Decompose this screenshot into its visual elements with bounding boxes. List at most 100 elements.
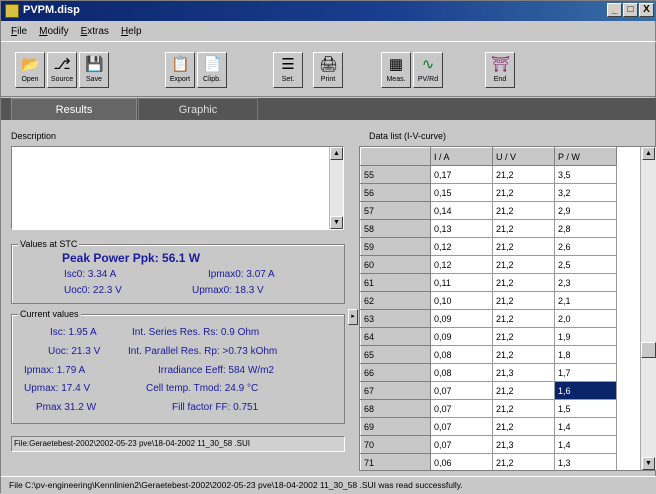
row-number[interactable]: 58 — [360, 219, 431, 238]
table-row[interactable]: 62 0,10 21,2 2,1 — [360, 291, 617, 310]
table-row[interactable]: 71 0,06 21,2 1,3 — [360, 453, 617, 470]
table-cell[interactable]: 1,9 — [554, 327, 617, 346]
table-row[interactable]: 58 0,13 21,2 2,8 — [360, 219, 617, 238]
table-cell[interactable]: 2,9 — [554, 201, 617, 220]
source-button[interactable]: ⎇ Source — [47, 52, 77, 88]
description-scrollbar[interactable]: ▲ ▼ — [329, 147, 343, 229]
table-row[interactable]: 63 0,09 21,2 2,0 — [360, 309, 617, 328]
pv-button[interactable]: ∿ PV/Rd — [413, 52, 443, 88]
table-cell[interactable]: 0,11 — [430, 273, 493, 292]
table-cell[interactable]: 21,2 — [492, 165, 555, 184]
table-cell[interactable]: 1,3 — [554, 453, 617, 470]
table-cell[interactable]: 0,07 — [430, 417, 493, 436]
row-number[interactable]: 56 — [360, 183, 431, 202]
grid-scroll-thumb[interactable] — [641, 342, 656, 358]
table-row[interactable]: 60 0,12 21,2 2,5 — [360, 255, 617, 274]
table-cell[interactable]: 2,1 — [554, 291, 617, 310]
table-cell[interactable]: 3,5 — [554, 165, 617, 184]
table-cell[interactable]: 2,8 — [554, 219, 617, 238]
table-cell[interactable]: 1,4 — [554, 417, 617, 436]
row-number[interactable]: 64 — [360, 327, 431, 346]
datalist-scrollbar[interactable]: ▲ ▼ — [640, 147, 656, 470]
table-cell[interactable]: 0,10 — [430, 291, 493, 310]
scroll-down-icon[interactable]: ▼ — [330, 216, 343, 229]
table-cell[interactable]: 0,12 — [430, 255, 493, 274]
row-number[interactable]: 68 — [360, 399, 431, 418]
clipboard-button[interactable]: 📄 Clipb. — [197, 52, 227, 88]
table-cell[interactable]: 1,5 — [554, 399, 617, 418]
scroll-up-icon[interactable]: ▲ — [330, 147, 343, 160]
row-number[interactable]: 60 — [360, 255, 431, 274]
table-cell[interactable]: 21,2 — [492, 417, 555, 436]
table-cell[interactable]: 0,15 — [430, 183, 493, 202]
print-button[interactable]: 🖨 Print — [313, 52, 343, 88]
table-row[interactable]: 55 0,17 21,2 3,5 — [360, 165, 617, 184]
table-cell[interactable]: 21,2 — [492, 453, 555, 470]
table-cell[interactable]: 21,2 — [492, 255, 555, 274]
row-number[interactable]: 67 — [360, 381, 431, 400]
table-cell[interactable]: 21,2 — [492, 237, 555, 256]
table-cell[interactable]: 21,2 — [492, 291, 555, 310]
grid-scroll-up-icon[interactable]: ▲ — [642, 147, 655, 160]
table-row[interactable]: 70 0,07 21,3 1,4 — [360, 435, 617, 454]
end-button[interactable]: ⛩ End — [485, 52, 515, 88]
table-cell[interactable]: 0,07 — [430, 435, 493, 454]
maximize-button[interactable]: □ — [623, 3, 638, 17]
table-cell[interactable]: 0,07 — [430, 399, 493, 418]
table-cell[interactable]: 0,12 — [430, 237, 493, 256]
table-cell[interactable]: 0,07 — [430, 381, 493, 400]
table-cell[interactable]: 2,0 — [554, 309, 617, 328]
table-cell[interactable]: 21,2 — [492, 381, 555, 400]
table-cell[interactable]: 2,6 — [554, 237, 617, 256]
table-cell[interactable]: 0,08 — [430, 363, 493, 382]
table-cell[interactable]: 21,2 — [492, 327, 555, 346]
table-row[interactable]: 57 0,14 21,2 2,9 — [360, 201, 617, 220]
table-row[interactable]: 56 0,15 21,2 3,2 — [360, 183, 617, 202]
table-cell[interactable]: 21,3 — [492, 435, 555, 454]
grid-scroll-down-icon[interactable]: ▼ — [642, 457, 655, 470]
table-cell[interactable]: 21,2 — [492, 201, 555, 220]
table-row[interactable]: 68 0,07 21,2 1,5 — [360, 399, 617, 418]
table-cell[interactable]: 0,08 — [430, 345, 493, 364]
table-cell[interactable]: 21,2 — [492, 399, 555, 418]
row-number[interactable]: 69 — [360, 417, 431, 436]
row-number[interactable]: 61 — [360, 273, 431, 292]
menu-help[interactable]: Help — [121, 26, 142, 37]
table-cell[interactable]: 1,4 — [554, 435, 617, 454]
table-cell[interactable]: 1,6 — [554, 381, 617, 400]
table-cell[interactable]: 0,09 — [430, 327, 493, 346]
table-row[interactable]: 59 0,12 21,2 2,6 — [360, 237, 617, 256]
row-number[interactable]: 55 — [360, 165, 431, 184]
table-cell[interactable]: 1,8 — [554, 345, 617, 364]
row-number[interactable]: 71 — [360, 453, 431, 470]
tab-graphic[interactable]: Graphic — [138, 98, 258, 120]
table-cell[interactable]: 21,3 — [492, 363, 555, 382]
table-cell[interactable]: 21,2 — [492, 183, 555, 202]
save-button[interactable]: 💾 Save — [79, 52, 109, 88]
header-current[interactable]: I / A — [430, 147, 493, 166]
table-cell[interactable]: 0,17 — [430, 165, 493, 184]
table-cell[interactable]: 2,5 — [554, 255, 617, 274]
table-cell[interactable]: 21,2 — [492, 345, 555, 364]
menu-modify[interactable]: Modify — [39, 26, 68, 37]
close-button[interactable]: X — [639, 3, 654, 17]
menu-extras[interactable]: Extras — [81, 26, 109, 37]
table-cell[interactable]: 21,2 — [492, 273, 555, 292]
table-row[interactable]: 64 0,09 21,2 1,9 — [360, 327, 617, 346]
row-number[interactable]: 70 — [360, 435, 431, 454]
table-cell[interactable]: 1,7 — [554, 363, 617, 382]
row-number[interactable]: 57 — [360, 201, 431, 220]
settings-button[interactable]: ☰ Set. — [273, 52, 303, 88]
description-textarea[interactable]: ▲ ▼ — [11, 146, 344, 230]
row-number[interactable]: 66 — [360, 363, 431, 382]
measure-button[interactable]: ▦ Meas. — [381, 52, 411, 88]
row-number[interactable]: 65 — [360, 345, 431, 364]
menu-file[interactable]: File — [11, 26, 27, 37]
table-cell[interactable]: 2,3 — [554, 273, 617, 292]
row-number[interactable]: 59 — [360, 237, 431, 256]
table-cell[interactable]: 21,2 — [492, 219, 555, 238]
row-number[interactable]: 62 — [360, 291, 431, 310]
table-cell[interactable]: 0,09 — [430, 309, 493, 328]
table-row[interactable]: 65 0,08 21,2 1,8 — [360, 345, 617, 364]
header-voltage[interactable]: U / V — [492, 147, 555, 166]
